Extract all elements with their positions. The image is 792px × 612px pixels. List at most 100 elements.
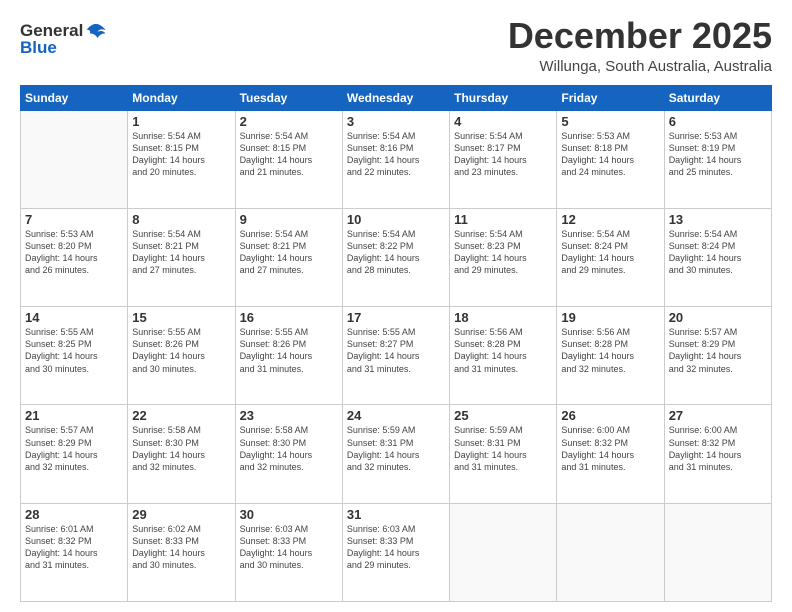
table-row: 4Sunrise: 5:54 AM Sunset: 8:17 PM Daylig…: [450, 110, 557, 208]
day-info: Sunrise: 5:59 AM Sunset: 8:31 PM Dayligh…: [347, 424, 445, 473]
table-row: 29Sunrise: 6:02 AM Sunset: 8:33 PM Dayli…: [128, 503, 235, 601]
col-friday: Friday: [557, 85, 664, 110]
day-number: 27: [669, 408, 767, 423]
day-number: 8: [132, 212, 230, 227]
calendar-week-row: 28Sunrise: 6:01 AM Sunset: 8:32 PM Dayli…: [21, 503, 772, 601]
day-info: Sunrise: 5:54 AM Sunset: 8:16 PM Dayligh…: [347, 130, 445, 179]
day-info: Sunrise: 5:54 AM Sunset: 8:24 PM Dayligh…: [561, 228, 659, 277]
day-number: 30: [240, 507, 338, 522]
day-info: Sunrise: 5:54 AM Sunset: 8:21 PM Dayligh…: [240, 228, 338, 277]
col-tuesday: Tuesday: [235, 85, 342, 110]
day-info: Sunrise: 5:55 AM Sunset: 8:26 PM Dayligh…: [240, 326, 338, 375]
day-number: 9: [240, 212, 338, 227]
calendar-table: Sunday Monday Tuesday Wednesday Thursday…: [20, 85, 772, 602]
calendar-subtitle: Willunga, South Australia, Australia: [508, 58, 772, 75]
day-info: Sunrise: 6:03 AM Sunset: 8:33 PM Dayligh…: [347, 523, 445, 572]
day-info: Sunrise: 5:56 AM Sunset: 8:28 PM Dayligh…: [454, 326, 552, 375]
table-row: 16Sunrise: 5:55 AM Sunset: 8:26 PM Dayli…: [235, 307, 342, 405]
day-number: 22: [132, 408, 230, 423]
day-number: 10: [347, 212, 445, 227]
day-info: Sunrise: 5:57 AM Sunset: 8:29 PM Dayligh…: [669, 326, 767, 375]
day-info: Sunrise: 5:53 AM Sunset: 8:20 PM Dayligh…: [25, 228, 123, 277]
table-row: 2Sunrise: 5:54 AM Sunset: 8:15 PM Daylig…: [235, 110, 342, 208]
col-thursday: Thursday: [450, 85, 557, 110]
day-info: Sunrise: 5:54 AM Sunset: 8:23 PM Dayligh…: [454, 228, 552, 277]
table-row: 3Sunrise: 5:54 AM Sunset: 8:16 PM Daylig…: [342, 110, 449, 208]
day-number: 17: [347, 310, 445, 325]
day-info: Sunrise: 5:56 AM Sunset: 8:28 PM Dayligh…: [561, 326, 659, 375]
table-row: 21Sunrise: 5:57 AM Sunset: 8:29 PM Dayli…: [21, 405, 128, 503]
day-info: Sunrise: 5:54 AM Sunset: 8:15 PM Dayligh…: [132, 130, 230, 179]
table-row: [450, 503, 557, 601]
day-number: 25: [454, 408, 552, 423]
table-row: 5Sunrise: 5:53 AM Sunset: 8:18 PM Daylig…: [557, 110, 664, 208]
table-row: 1Sunrise: 5:54 AM Sunset: 8:15 PM Daylig…: [128, 110, 235, 208]
page: General Blue December 2025 Willunga, Sou…: [0, 0, 792, 612]
table-row: 25Sunrise: 5:59 AM Sunset: 8:31 PM Dayli…: [450, 405, 557, 503]
day-number: 28: [25, 507, 123, 522]
table-row: [557, 503, 664, 601]
table-row: 18Sunrise: 5:56 AM Sunset: 8:28 PM Dayli…: [450, 307, 557, 405]
day-info: Sunrise: 5:55 AM Sunset: 8:25 PM Dayligh…: [25, 326, 123, 375]
table-row: 15Sunrise: 5:55 AM Sunset: 8:26 PM Dayli…: [128, 307, 235, 405]
day-number: 7: [25, 212, 123, 227]
day-info: Sunrise: 6:03 AM Sunset: 8:33 PM Dayligh…: [240, 523, 338, 572]
calendar-week-row: 7Sunrise: 5:53 AM Sunset: 8:20 PM Daylig…: [21, 208, 772, 306]
day-number: 20: [669, 310, 767, 325]
day-info: Sunrise: 6:00 AM Sunset: 8:32 PM Dayligh…: [561, 424, 659, 473]
day-number: 18: [454, 310, 552, 325]
day-number: 16: [240, 310, 338, 325]
calendar-week-row: 21Sunrise: 5:57 AM Sunset: 8:29 PM Dayli…: [21, 405, 772, 503]
table-row: 31Sunrise: 6:03 AM Sunset: 8:33 PM Dayli…: [342, 503, 449, 601]
title-block: December 2025 Willunga, South Australia,…: [508, 16, 772, 75]
calendar-week-row: 1Sunrise: 5:54 AM Sunset: 8:15 PM Daylig…: [21, 110, 772, 208]
day-number: 2: [240, 114, 338, 129]
day-info: Sunrise: 6:01 AM Sunset: 8:32 PM Dayligh…: [25, 523, 123, 572]
day-number: 5: [561, 114, 659, 129]
day-number: 3: [347, 114, 445, 129]
col-saturday: Saturday: [664, 85, 771, 110]
table-row: 12Sunrise: 5:54 AM Sunset: 8:24 PM Dayli…: [557, 208, 664, 306]
table-row: 24Sunrise: 5:59 AM Sunset: 8:31 PM Dayli…: [342, 405, 449, 503]
day-info: Sunrise: 5:57 AM Sunset: 8:29 PM Dayligh…: [25, 424, 123, 473]
day-info: Sunrise: 6:00 AM Sunset: 8:32 PM Dayligh…: [669, 424, 767, 473]
day-number: 11: [454, 212, 552, 227]
day-number: 19: [561, 310, 659, 325]
day-info: Sunrise: 5:53 AM Sunset: 8:18 PM Dayligh…: [561, 130, 659, 179]
day-info: Sunrise: 5:55 AM Sunset: 8:27 PM Dayligh…: [347, 326, 445, 375]
day-info: Sunrise: 5:54 AM Sunset: 8:21 PM Dayligh…: [132, 228, 230, 277]
day-number: 24: [347, 408, 445, 423]
table-row: 11Sunrise: 5:54 AM Sunset: 8:23 PM Dayli…: [450, 208, 557, 306]
table-row: 6Sunrise: 5:53 AM Sunset: 8:19 PM Daylig…: [664, 110, 771, 208]
col-wednesday: Wednesday: [342, 85, 449, 110]
day-info: Sunrise: 5:53 AM Sunset: 8:19 PM Dayligh…: [669, 130, 767, 179]
table-row: 23Sunrise: 5:58 AM Sunset: 8:30 PM Dayli…: [235, 405, 342, 503]
table-row: [21, 110, 128, 208]
table-row: 9Sunrise: 5:54 AM Sunset: 8:21 PM Daylig…: [235, 208, 342, 306]
table-row: 26Sunrise: 6:00 AM Sunset: 8:32 PM Dayli…: [557, 405, 664, 503]
table-row: 8Sunrise: 5:54 AM Sunset: 8:21 PM Daylig…: [128, 208, 235, 306]
day-number: 21: [25, 408, 123, 423]
day-number: 14: [25, 310, 123, 325]
day-info: Sunrise: 5:59 AM Sunset: 8:31 PM Dayligh…: [454, 424, 552, 473]
logo-bird-icon: [85, 20, 107, 42]
day-info: Sunrise: 5:54 AM Sunset: 8:24 PM Dayligh…: [669, 228, 767, 277]
day-info: Sunrise: 5:54 AM Sunset: 8:17 PM Dayligh…: [454, 130, 552, 179]
day-info: Sunrise: 5:58 AM Sunset: 8:30 PM Dayligh…: [132, 424, 230, 473]
calendar-title: December 2025: [508, 16, 772, 56]
day-info: Sunrise: 5:55 AM Sunset: 8:26 PM Dayligh…: [132, 326, 230, 375]
day-number: 6: [669, 114, 767, 129]
table-row: 17Sunrise: 5:55 AM Sunset: 8:27 PM Dayli…: [342, 307, 449, 405]
day-number: 13: [669, 212, 767, 227]
header: General Blue December 2025 Willunga, Sou…: [20, 16, 772, 75]
day-number: 15: [132, 310, 230, 325]
col-monday: Monday: [128, 85, 235, 110]
col-sunday: Sunday: [21, 85, 128, 110]
day-info: Sunrise: 6:02 AM Sunset: 8:33 PM Dayligh…: [132, 523, 230, 572]
day-number: 1: [132, 114, 230, 129]
table-row: 28Sunrise: 6:01 AM Sunset: 8:32 PM Dayli…: [21, 503, 128, 601]
table-row: 10Sunrise: 5:54 AM Sunset: 8:22 PM Dayli…: [342, 208, 449, 306]
table-row: 7Sunrise: 5:53 AM Sunset: 8:20 PM Daylig…: [21, 208, 128, 306]
calendar-week-row: 14Sunrise: 5:55 AM Sunset: 8:25 PM Dayli…: [21, 307, 772, 405]
table-row: 13Sunrise: 5:54 AM Sunset: 8:24 PM Dayli…: [664, 208, 771, 306]
